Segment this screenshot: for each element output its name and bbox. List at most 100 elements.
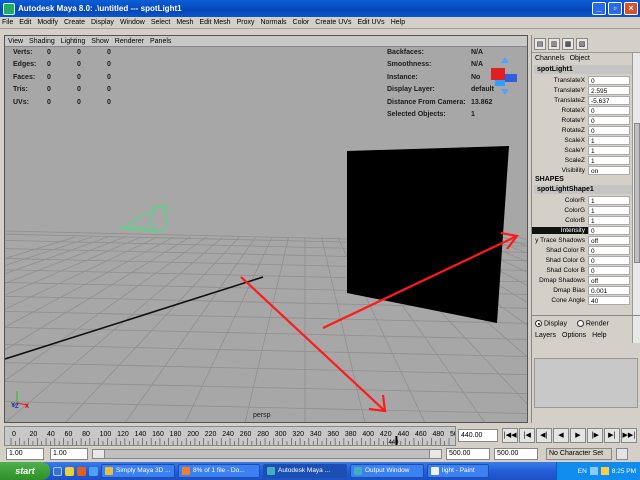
channel-value-field[interactable]: 2.595: [588, 85, 630, 95]
channel-row[interactable]: Dmap Shadows off: [532, 275, 640, 285]
channel-label[interactable]: TranslateZ: [532, 97, 588, 104]
vp-menu-view[interactable]: View: [8, 38, 23, 45]
firefox-quicklaunch-icon[interactable]: [77, 466, 86, 476]
vp-menu-show[interactable]: Show: [91, 38, 109, 45]
channel-row[interactable]: Shad Color G0: [532, 255, 640, 265]
channel-row[interactable]: TranslateX 0: [532, 75, 640, 85]
character-set-dropdown[interactable]: No Character Set: [546, 448, 612, 460]
channel-label[interactable]: Visibility: [532, 167, 588, 174]
menu-edit-uvs[interactable]: Edit UVs: [357, 19, 384, 26]
channel-label[interactable]: y Trace Shadows: [532, 237, 588, 244]
step-back-key-button[interactable]: |◀: [519, 428, 535, 443]
layer-editor-icon[interactable]: ▧: [576, 37, 588, 50]
channel-label[interactable]: ColorG: [532, 207, 588, 214]
channel-label[interactable]: ScaleX: [532, 137, 588, 144]
menu-edit-mesh[interactable]: Edit Mesh: [199, 19, 230, 26]
channel-value-field[interactable]: off: [588, 275, 630, 285]
task-autodesk-maya[interactable]: Autodesk Maya ...: [263, 464, 347, 478]
task-paint[interactable]: light - Paint: [427, 464, 489, 478]
channel-value-field[interactable]: 0: [588, 75, 630, 85]
vp-menu-lighting[interactable]: Lighting: [61, 38, 86, 45]
menu-create[interactable]: Create: [64, 19, 85, 26]
channel-label[interactable]: Dmap Shadows: [532, 277, 588, 284]
menu-help[interactable]: Help: [391, 19, 405, 26]
display-radio[interactable]: [535, 320, 542, 327]
menu-color[interactable]: Color: [293, 19, 310, 26]
current-time-field[interactable]: 440.00: [458, 429, 498, 442]
channel-value-field[interactable]: 1: [588, 145, 630, 155]
vp-menu-shading[interactable]: Shading: [29, 38, 55, 45]
task-output-window[interactable]: Output Window: [350, 464, 424, 478]
task-simply-maya[interactable]: Simply Maya 3D ...: [101, 464, 175, 478]
channel-label[interactable]: Shad Color G: [532, 257, 588, 264]
language-indicator[interactable]: EN: [578, 468, 587, 475]
channel-value-field[interactable]: 0: [588, 255, 630, 265]
tab-channels[interactable]: Channels: [535, 55, 565, 62]
channel-value-field[interactable]: 0: [588, 125, 630, 135]
menu-proxy[interactable]: Proxy: [237, 19, 255, 26]
auto-key-icon[interactable]: [616, 448, 628, 460]
menu-modify[interactable]: Modify: [37, 19, 58, 26]
channel-value-field[interactable]: 40: [588, 295, 630, 305]
transform-node-name[interactable]: spotLight1: [534, 65, 638, 74]
channel-value-field[interactable]: 1: [588, 205, 630, 215]
menu-mesh[interactable]: Mesh: [176, 19, 193, 26]
vp-menu-panels[interactable]: Panels: [150, 38, 171, 45]
menu-display[interactable]: Display: [91, 19, 114, 26]
task-download[interactable]: 8% of 1 file - Do...: [178, 464, 260, 478]
menu-file[interactable]: File: [2, 19, 13, 26]
channel-row[interactable]: Visibility on: [532, 165, 640, 175]
channel-label[interactable]: Cone Angle: [532, 297, 588, 304]
channel-row[interactable]: ColorR 1: [532, 195, 640, 205]
channel-row[interactable]: ColorG 1: [532, 205, 640, 215]
start-button[interactable]: start: [0, 462, 50, 480]
step-forward-frame-button[interactable]: |▶: [587, 428, 603, 443]
layer-menu-layers[interactable]: Layers: [535, 332, 556, 339]
channel-value-field[interactable]: 0: [588, 245, 630, 255]
channel-label[interactable]: RotateY: [532, 117, 588, 124]
channel-label[interactable]: ScaleZ: [532, 157, 588, 164]
channel-value-field[interactable]: 0: [588, 225, 630, 235]
animation-start-field[interactable]: 1.00: [6, 448, 44, 460]
channel-value-field[interactable]: 0: [588, 265, 630, 275]
channel-row[interactable]: Intensity 0: [532, 225, 640, 235]
range-end-handle[interactable]: [429, 450, 441, 458]
go-to-start-button[interactable]: |◀◀: [502, 428, 518, 443]
channel-label[interactable]: ColorR: [532, 197, 588, 204]
channel-row[interactable]: y Trace Shadows off: [532, 235, 640, 245]
channel-row[interactable]: Shad Color B0: [532, 265, 640, 275]
channel-row[interactable]: Dmap Bias 0.001: [532, 285, 640, 295]
playback-end-field[interactable]: 500.00: [446, 448, 490, 460]
channel-label[interactable]: TranslateY: [532, 87, 588, 94]
channel-row[interactable]: Cone Angle 40: [532, 295, 640, 305]
channel-value-field[interactable]: 1: [588, 195, 630, 205]
close-button[interactable]: ×: [624, 2, 638, 15]
vp-menu-renderer[interactable]: Renderer: [115, 38, 144, 45]
channel-value-field[interactable]: 0.001: [588, 285, 630, 295]
time-slider[interactable]: 0 20 40 60 80 100 120 140 160 180 200 220 240 260 280 3…: [4, 426, 462, 446]
channel-row[interactable]: RotateZ 0: [532, 125, 640, 135]
maximize-button[interactable]: ▫: [608, 2, 622, 15]
attribute-editor-icon[interactable]: ▥: [548, 37, 560, 50]
menu-select[interactable]: Select: [151, 19, 170, 26]
channel-row[interactable]: TranslateY 2.595: [532, 85, 640, 95]
channel-label[interactable]: ColorB: [532, 217, 588, 224]
tool-settings-icon[interactable]: ▦: [562, 37, 574, 50]
step-forward-key-button[interactable]: ▶|: [604, 428, 620, 443]
channel-row[interactable]: ScaleX 1: [532, 135, 640, 145]
channel-row[interactable]: ScaleY 1: [532, 145, 640, 155]
menu-normals[interactable]: Normals: [260, 19, 286, 26]
channel-value-field[interactable]: 1: [588, 215, 630, 225]
scroll-thumb[interactable]: [634, 123, 640, 263]
render-radio[interactable]: [576, 320, 584, 327]
range-slider-bar[interactable]: [92, 449, 442, 459]
minimize-button[interactable]: _: [592, 2, 606, 15]
play-forwards-button[interactable]: ▶: [570, 428, 586, 443]
channel-row[interactable]: RotateX 0: [532, 105, 640, 115]
channel-row[interactable]: RotateY 0: [532, 115, 640, 125]
channel-value-field[interactable]: 1: [588, 155, 630, 165]
channel-value-field[interactable]: 1: [588, 135, 630, 145]
network-icon[interactable]: [589, 467, 598, 475]
layer-menu-help[interactable]: Help: [592, 332, 606, 339]
desktop-quicklaunch-icon[interactable]: [89, 466, 98, 476]
